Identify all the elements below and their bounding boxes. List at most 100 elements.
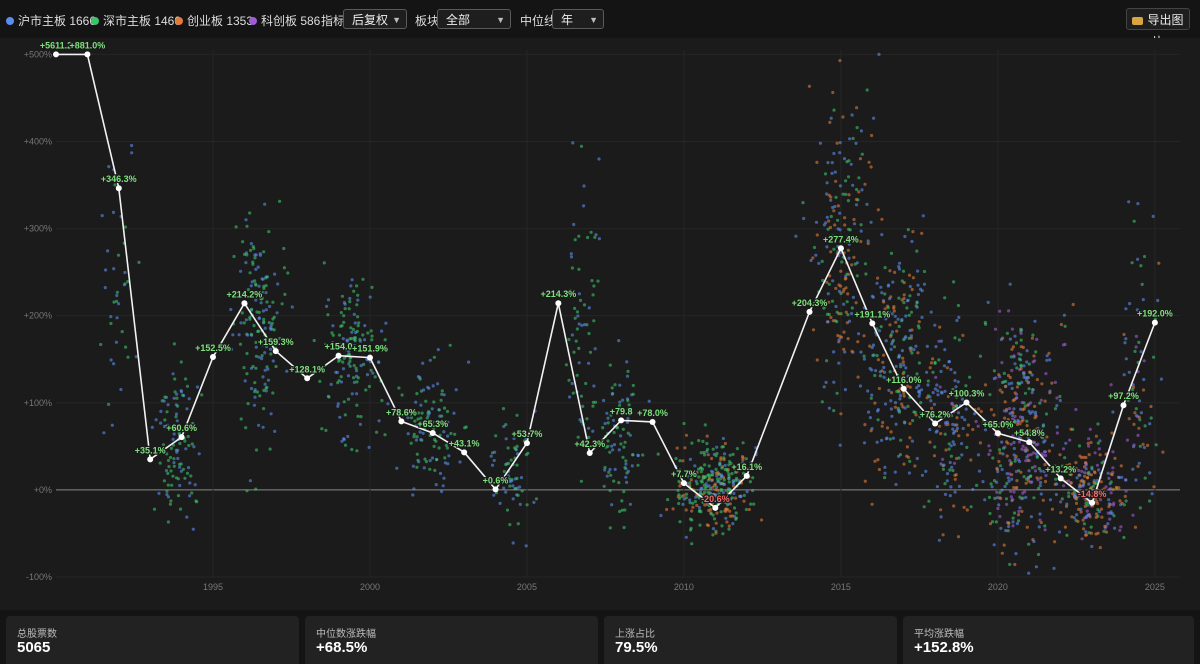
scatter-point bbox=[504, 437, 508, 441]
scatter-point bbox=[926, 394, 930, 398]
scatter-point bbox=[877, 467, 882, 472]
scatter-point bbox=[902, 293, 906, 297]
median-point bbox=[366, 354, 373, 361]
scatter-point bbox=[915, 301, 919, 305]
scatter-point bbox=[340, 294, 344, 298]
scatter-point bbox=[339, 311, 343, 315]
scatter-point bbox=[1010, 368, 1014, 373]
legend-item-chinext[interactable]: 创业板 1353 bbox=[175, 12, 253, 29]
scatter-point bbox=[1002, 409, 1007, 413]
scatter-point bbox=[1032, 451, 1036, 455]
scatter-point bbox=[275, 311, 279, 315]
scatter-point bbox=[1131, 467, 1135, 471]
scatter-point bbox=[870, 345, 874, 350]
scatter-point bbox=[361, 333, 365, 337]
scatter-point bbox=[625, 360, 629, 364]
scatter-point bbox=[159, 409, 163, 413]
scatter-point bbox=[968, 375, 972, 379]
scatter-point bbox=[440, 389, 444, 393]
median-label: +13.2% bbox=[1045, 464, 1076, 474]
legend-item-star[interactable]: 科创板 586 bbox=[249, 12, 320, 29]
scatter-point bbox=[749, 502, 753, 506]
scatter-point bbox=[994, 520, 998, 524]
scatter-point bbox=[1084, 530, 1088, 534]
scatter-point bbox=[452, 411, 456, 415]
legend-item-sz-main[interactable]: 深市主板 1460 bbox=[91, 12, 181, 29]
scatter-point bbox=[859, 239, 863, 244]
scatter-point bbox=[1039, 480, 1043, 485]
scatter-point bbox=[998, 451, 1002, 455]
scatter-point bbox=[1127, 417, 1131, 421]
median-label: +79.8 bbox=[610, 406, 633, 416]
median-select[interactable]: 年 ▼ bbox=[552, 9, 604, 29]
scatter-point bbox=[1008, 406, 1012, 411]
scatter-point bbox=[1118, 528, 1122, 532]
scatter-point bbox=[356, 315, 360, 319]
scatter-point bbox=[124, 345, 128, 349]
scatter-point bbox=[250, 307, 254, 311]
scatter-point bbox=[1038, 518, 1042, 522]
scatter-point bbox=[1019, 328, 1024, 332]
scatter-point bbox=[525, 503, 529, 507]
scatter-point bbox=[1110, 512, 1115, 516]
scatter-point bbox=[1123, 494, 1127, 498]
scatter-point bbox=[843, 350, 847, 354]
scatter-point bbox=[412, 487, 416, 491]
scatter-point bbox=[932, 454, 937, 458]
median-point bbox=[209, 354, 216, 361]
scatter-point bbox=[852, 222, 857, 226]
legend-item-sh-main[interactable]: 沪市主板 1666 bbox=[6, 12, 96, 29]
scatter-point bbox=[826, 227, 830, 231]
scatter-point bbox=[431, 384, 435, 388]
scatter-point bbox=[900, 318, 904, 322]
scatter-point bbox=[1094, 515, 1098, 519]
scatter-point bbox=[442, 430, 446, 434]
scatter-point bbox=[964, 384, 968, 388]
scatter-point bbox=[1000, 467, 1004, 472]
median-point bbox=[335, 352, 342, 359]
scatter-point bbox=[575, 373, 579, 377]
scatter-point bbox=[1027, 380, 1031, 384]
x-tick-label: 2000 bbox=[360, 582, 380, 592]
scatter-point bbox=[636, 463, 640, 467]
scatter-point bbox=[1023, 391, 1028, 395]
scatter-point bbox=[167, 465, 171, 469]
scatter-point bbox=[832, 209, 836, 213]
scatter-point bbox=[911, 276, 916, 280]
scatter-point bbox=[1027, 362, 1031, 366]
scatter-point bbox=[910, 239, 914, 244]
scatter-point bbox=[903, 421, 907, 425]
export-image-button[interactable]: 导出图片 bbox=[1126, 8, 1190, 49]
scatter-point bbox=[354, 330, 358, 335]
scatter-point bbox=[901, 360, 905, 364]
scatter-point bbox=[166, 520, 170, 524]
board-select[interactable]: 全部 ▼ bbox=[437, 9, 511, 29]
scatter-point bbox=[937, 538, 942, 542]
scatter-point bbox=[794, 234, 798, 238]
scatter-point bbox=[261, 375, 265, 379]
scatter-point bbox=[993, 496, 997, 500]
scatter-point bbox=[1141, 388, 1146, 392]
scatter-point bbox=[1010, 327, 1015, 331]
scatter-point bbox=[931, 391, 935, 395]
scatter-point bbox=[254, 283, 258, 287]
scatter-point bbox=[534, 497, 539, 501]
median-point bbox=[869, 320, 876, 327]
scatter-point bbox=[1008, 562, 1012, 567]
scatter-point bbox=[1047, 449, 1051, 453]
scatter-point bbox=[983, 498, 987, 502]
scatter-point bbox=[839, 269, 843, 273]
scatter-point bbox=[195, 385, 200, 389]
scatter-point bbox=[342, 320, 346, 324]
scatter-point bbox=[939, 515, 943, 519]
metric-select[interactable]: 后复权 ▼ bbox=[343, 9, 407, 29]
scatter-point bbox=[242, 366, 246, 370]
scatter-point bbox=[1012, 407, 1016, 411]
scatter-point bbox=[570, 266, 575, 270]
scatter-point bbox=[688, 498, 692, 502]
median-point bbox=[241, 300, 248, 307]
scatter-point bbox=[1082, 483, 1086, 487]
scatter-point bbox=[870, 133, 874, 138]
scatter-point bbox=[942, 364, 947, 368]
scatter-point bbox=[377, 419, 381, 423]
